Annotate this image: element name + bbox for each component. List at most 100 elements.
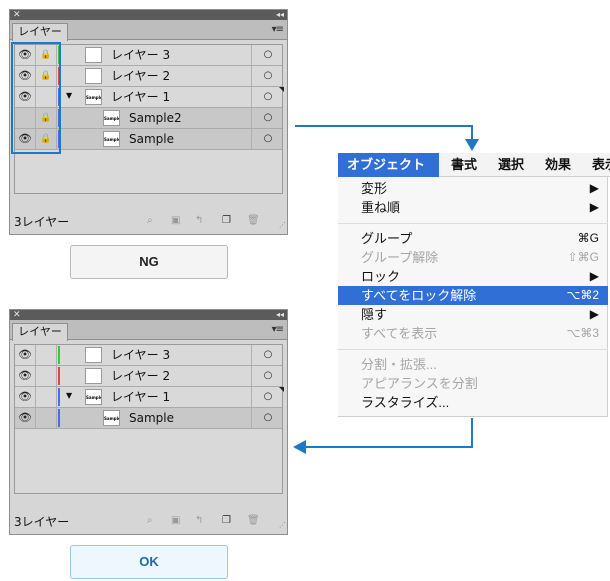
- close-icon[interactable]: ✕: [13, 310, 21, 320]
- target-circle-icon[interactable]: ○: [251, 408, 284, 428]
- menu-item-lock[interactable]: ロック ▶: [338, 267, 608, 286]
- layer-name: Sample: [129, 411, 174, 425]
- target-circle-icon[interactable]: ○: [251, 345, 284, 365]
- layer-count: 3レイヤー: [14, 215, 70, 229]
- layer-count: 3レイヤー: [14, 515, 70, 529]
- new-layer-icon[interactable]: ❐: [222, 515, 231, 526]
- menu-item-shortcut: ⌥⌘2: [566, 288, 599, 302]
- menu-item-label: グループ解除: [361, 250, 439, 265]
- layer-row[interactable]: 👁 レイヤー 3 ○: [15, 345, 282, 366]
- connector-line: [471, 418, 473, 448]
- menu-item-unlock-all[interactable]: すべてをロック解除 ⌥⌘2: [338, 286, 608, 305]
- menu-item-arrange[interactable]: 重ね順 ▶: [338, 198, 608, 217]
- expand-triangle-icon[interactable]: ▼: [66, 91, 72, 100]
- submenu-arrow-icon: ▶: [589, 181, 599, 195]
- clipping-mask-icon[interactable]: ▣: [171, 515, 180, 526]
- menu-item-transform[interactable]: 変形 ▶: [338, 179, 608, 198]
- selection-corner-icon: [279, 387, 284, 392]
- layer-row[interactable]: 👁 レイヤー 2 ○: [15, 366, 282, 387]
- eye-icon[interactable]: 👁: [15, 387, 36, 407]
- target-circle-icon[interactable]: ○: [251, 366, 284, 386]
- clipping-mask-icon[interactable]: ▣: [171, 215, 180, 226]
- target-circle-icon[interactable]: ○: [251, 87, 284, 107]
- tab-layers[interactable]: レイヤー: [12, 323, 68, 341]
- menu-item-shortcut: ⇧⌘G: [567, 250, 599, 264]
- sublayer-row[interactable]: 👁 Sample Sample ○: [15, 408, 282, 429]
- layer-name: レイヤー 1: [111, 90, 171, 104]
- trash-icon[interactable]: 🗑: [247, 515, 260, 526]
- eye-icon[interactable]: 👁: [15, 408, 36, 428]
- layer-color-bar: [58, 367, 60, 385]
- panel-titlebar: ✕ ◂◂: [10, 310, 287, 320]
- lock-toggle-empty[interactable]: [36, 345, 57, 365]
- resize-grip-icon[interactable]: ⋰: [279, 521, 286, 529]
- panel-menu-icon[interactable]: ▾≡: [272, 324, 284, 335]
- expand-triangle-icon[interactable]: ▼: [66, 391, 72, 400]
- layer-color-bar: [58, 346, 60, 364]
- menu-item-label: アピアランスを分割: [361, 376, 478, 391]
- new-layer-icon[interactable]: ❐: [222, 215, 231, 226]
- layer-thumbnail: Sample: [85, 89, 102, 105]
- menu-item-rasterize[interactable]: ラスタライズ...: [338, 393, 608, 412]
- target-circle-icon[interactable]: ○: [251, 66, 284, 86]
- new-sublayer-icon[interactable]: ↰: [195, 515, 203, 526]
- new-sublayer-icon[interactable]: ↰: [195, 215, 203, 226]
- menu-item-hide[interactable]: 隠す ▶: [338, 305, 608, 324]
- eye-icon[interactable]: 👁: [15, 366, 36, 386]
- target-circle-icon[interactable]: ○: [251, 387, 284, 407]
- layer-name: Sample: [129, 132, 174, 146]
- target-circle-icon[interactable]: ○: [251, 45, 284, 65]
- menu-item-label: すべてをロック解除: [361, 288, 477, 303]
- layer-thumbnail: [85, 47, 102, 63]
- lock-toggle-empty[interactable]: [36, 408, 57, 428]
- menu-item-label: 分割・拡張...: [361, 357, 437, 372]
- eye-icon[interactable]: 👁: [15, 345, 36, 365]
- close-icon[interactable]: ✕: [13, 10, 21, 20]
- trash-icon[interactable]: 🗑: [247, 215, 260, 226]
- menu-item-label: 変形: [361, 181, 388, 196]
- layer-name: レイヤー 3: [111, 348, 171, 362]
- menu-view[interactable]: 表示: [592, 153, 610, 177]
- layer-thumbnail: [85, 68, 102, 84]
- collapse-icon[interactable]: ◂◂: [276, 10, 284, 20]
- panel-tabrow: レイヤー ▾≡: [10, 320, 287, 341]
- target-circle-icon[interactable]: ○: [251, 108, 284, 128]
- layers-panel-after: ✕ ◂◂ レイヤー ▾≡ 👁 レイヤー 3 ○ 👁 レイヤー 2 ○ 👁 ▼ S…: [9, 309, 288, 535]
- layer-color-bar: [58, 409, 60, 427]
- menu-object[interactable]: オブジェクト: [338, 153, 439, 177]
- menu-select[interactable]: 選択: [498, 153, 524, 177]
- layer-thumbnail: [85, 347, 102, 363]
- tab-layers[interactable]: レイヤー: [12, 23, 68, 41]
- menu-item-group[interactable]: グループ ⌘G: [338, 229, 608, 248]
- layer-list: 👁 レイヤー 3 ○ 👁 レイヤー 2 ○ 👁 ▼ Sample レイヤー 1 …: [14, 344, 284, 494]
- menu-item-shortcut: ⌘G: [577, 231, 599, 245]
- search-icon[interactable]: ⌕: [147, 215, 153, 226]
- selection-corner-icon: [279, 87, 284, 92]
- submenu-arrow-icon: ▶: [589, 200, 599, 214]
- menu-view-label: 表示: [592, 157, 610, 172]
- menu-type[interactable]: 書式: [451, 153, 477, 177]
- menu-item-expand: 分割・拡張...: [338, 355, 608, 374]
- panel-menu-icon[interactable]: ▾≡: [272, 24, 284, 35]
- connector-line: [295, 125, 473, 127]
- menu-effect[interactable]: 効果: [545, 153, 571, 177]
- layer-name: Sample2: [129, 111, 182, 125]
- layer-row[interactable]: 👁 ▼ Sample レイヤー 1 ○: [15, 387, 284, 408]
- lock-toggle-empty[interactable]: [36, 366, 57, 386]
- layer-thumbnail: Sample: [103, 131, 120, 147]
- menu-item-label: グループ: [361, 231, 413, 246]
- menu-item-ungroup: グループ解除 ⇧⌘G: [338, 248, 608, 267]
- submenu-arrow-icon: ▶: [589, 307, 599, 321]
- collapse-icon[interactable]: ◂◂: [276, 310, 284, 320]
- lock-toggle-empty[interactable]: [36, 387, 57, 407]
- search-icon[interactable]: ⌕: [147, 515, 153, 526]
- result-ng-button: NG: [70, 245, 228, 279]
- resize-grip-icon[interactable]: ⋰: [279, 221, 286, 229]
- layer-thumbnail: Sample: [103, 410, 120, 426]
- target-circle-icon[interactable]: ○: [251, 129, 284, 149]
- menu-item-label: 重ね順: [361, 200, 401, 215]
- layer-thumbnail: Sample: [103, 110, 120, 126]
- arrow-down-icon: [465, 139, 479, 151]
- menu-separator: [338, 349, 608, 350]
- layer-name: レイヤー 3: [111, 48, 171, 62]
